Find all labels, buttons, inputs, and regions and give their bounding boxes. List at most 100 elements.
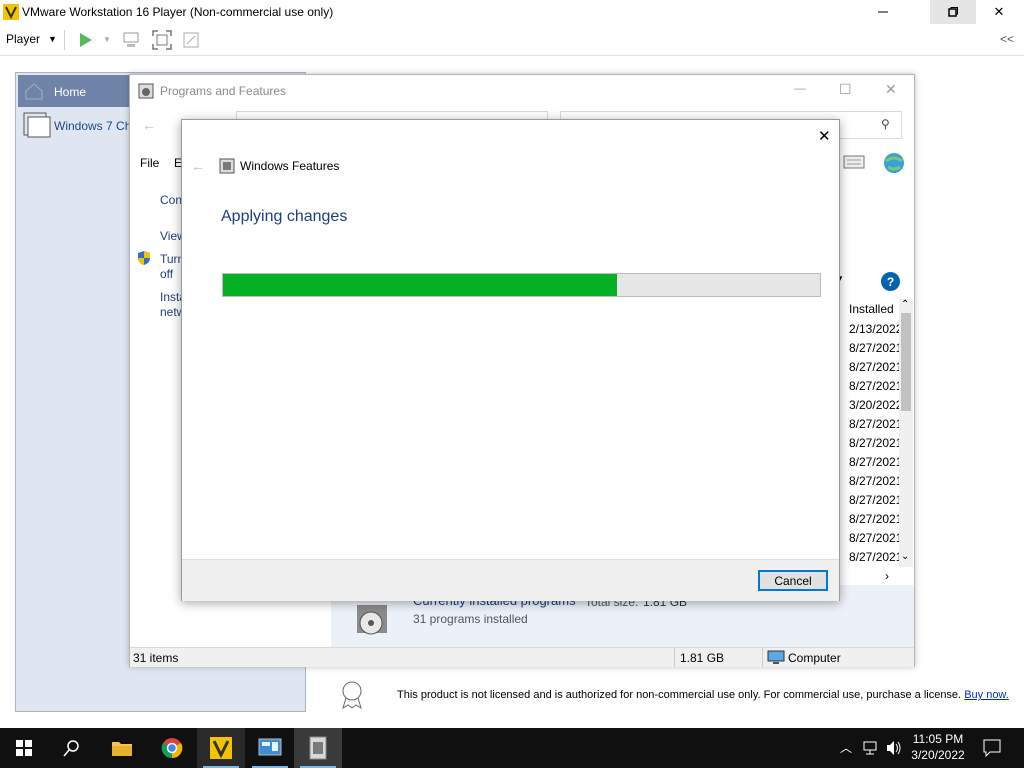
cancel-button[interactable]: Cancel [758, 570, 828, 591]
windows-taskbar: ︿ 11:05 PM 3/20/2022 [0, 728, 1024, 768]
list-item[interactable]: 8/27/2021 [849, 339, 899, 358]
list-item[interactable]: 8/27/2021 [849, 510, 899, 529]
buy-now-link[interactable]: Buy now. [964, 689, 1009, 701]
scrollbar-thumb[interactable] [901, 313, 911, 411]
collapse-library-icon[interactable]: << [1000, 32, 1014, 46]
list-item[interactable]: 3/20/2022 [849, 396, 899, 415]
status-size: 1.81 GB [680, 651, 725, 665]
progress-fill [223, 274, 618, 296]
status-divider [674, 648, 675, 667]
link-turn-features-off[interactable]: off [160, 267, 173, 281]
list-item[interactable]: 8/27/2021 [849, 529, 899, 548]
list-item[interactable]: 8/27/2021 [849, 453, 899, 472]
vertical-scrollbar[interactable]: ⌃ ⌄ [899, 299, 913, 567]
vmware-titlebar: VMware Workstation 16 Player (Non-commer… [0, 0, 1024, 24]
scroll-down-icon[interactable]: ⌄ [901, 551, 909, 562]
progress-bar [222, 273, 821, 297]
menu-file[interactable]: File [140, 156, 159, 170]
installed-programs-icon [357, 605, 387, 635]
link-control-panel-home[interactable]: Con [160, 193, 182, 207]
close-button[interactable]: ✕ [976, 0, 1022, 24]
chrome-icon [161, 738, 183, 759]
taskbar-file-explorer[interactable] [98, 728, 146, 768]
pf-minimize-icon[interactable]: — [794, 81, 806, 95]
help-icon[interactable]: ? [881, 272, 900, 291]
power-dropdown-icon[interactable]: ▼ [103, 35, 111, 44]
restore-button[interactable] [930, 0, 976, 24]
list-item[interactable]: 2/13/2022 [849, 320, 899, 339]
taskbar-vmware[interactable] [197, 728, 245, 768]
list-item[interactable]: 8/27/2021 [849, 491, 899, 510]
unity-icon[interactable] [182, 31, 200, 49]
vmware-logo-icon [210, 737, 232, 759]
close-icon: ✕ [993, 4, 1005, 19]
summary-count: 31 programs installed [413, 612, 528, 626]
windows-features-dialog: ✕ ← Windows Features Applying changes Ca… [181, 119, 840, 601]
windows-features-icon [309, 736, 327, 760]
player-menu-label: Player [6, 32, 41, 46]
license-ribbon-icon [342, 681, 362, 710]
restore-icon [948, 7, 958, 17]
network-icon[interactable] [863, 740, 879, 756]
windows-features-icon [219, 158, 235, 174]
player-menu-button[interactable]: Player ▼ [6, 32, 57, 46]
windows-logo-icon [16, 740, 32, 756]
toolbar-divider [64, 30, 65, 50]
applying-changes-heading: Applying changes [221, 208, 348, 225]
start-button[interactable] [0, 728, 48, 768]
dialog-footer: Cancel [182, 559, 839, 601]
pf-close-icon[interactable]: ✕ [885, 81, 897, 98]
vmware-logo-icon [3, 4, 19, 20]
back-arrow-icon[interactable]: ← [142, 117, 156, 133]
list-item[interactable]: 8/27/2021 [849, 358, 899, 377]
dialog-close-icon[interactable]: ✕ [818, 127, 831, 145]
shield-icon [138, 251, 150, 265]
folder-icon [112, 742, 132, 756]
taskbar-windows-features[interactable] [294, 728, 342, 768]
fullscreen-icon[interactable] [152, 30, 172, 50]
scroll-up-icon[interactable]: ⌃ [901, 299, 909, 310]
computer-icon [767, 650, 785, 664]
status-item-count: 31 items [133, 651, 179, 665]
show-hidden-icons[interactable]: ︿ [840, 739, 852, 756]
programs-window-title: Programs and Features [160, 84, 287, 98]
license-text: This product is not licensed and is auth… [397, 689, 962, 701]
send-ctrl-alt-del-icon[interactable] [122, 31, 140, 49]
search-icon: ⚲ [881, 117, 890, 131]
list-item[interactable]: 8/27/2021 [849, 434, 899, 453]
scroll-right-icon[interactable]: › [885, 569, 889, 583]
taskbar-clock[interactable]: 11:05 PM 3/20/2022 [906, 731, 970, 763]
list-item[interactable]: 8/27/2021 [849, 415, 899, 434]
dialog-title: Windows Features [240, 159, 340, 173]
vmware-window-title: VMware Workstation 16 Player (Non-commer… [22, 5, 334, 19]
status-computer: Computer [788, 651, 841, 665]
pf-maximize-icon[interactable]: ☐ [839, 81, 852, 98]
view-options-icon[interactable] [843, 154, 865, 170]
power-play-icon[interactable] [78, 32, 94, 48]
home-icon [25, 83, 43, 100]
clock-date: 3/20/2022 [911, 748, 965, 762]
status-divider [762, 648, 763, 667]
programs-features-icon [138, 83, 154, 99]
chevron-down-icon: ▼ [48, 34, 57, 44]
taskbar-search-button[interactable] [48, 728, 96, 768]
list-item[interactable]: 8/27/2021 [849, 548, 899, 567]
minimize-button[interactable] [860, 0, 906, 24]
volume-icon[interactable] [886, 740, 902, 756]
list-item[interactable]: 8/27/2021 [849, 377, 899, 396]
library-vm-label: Windows 7 Chic [54, 119, 141, 133]
clock-time: 11:05 PM [912, 732, 964, 746]
status-bar: 31 items 1.81 GB Computer [130, 647, 914, 667]
globe-icon[interactable] [882, 151, 906, 175]
list-item[interactable]: 8/27/2021 [849, 472, 899, 491]
vmware-toolbar: Player ▼ ▼ << [0, 24, 1024, 56]
column-header-installed[interactable]: Installed [849, 302, 894, 316]
dialog-back-arrow-icon[interactable]: ← [191, 158, 205, 174]
library-home-label: Home [54, 85, 87, 99]
license-notice: This product is not licensed and is auth… [397, 689, 1009, 701]
taskbar-chrome[interactable] [148, 728, 196, 768]
taskbar-control-panel[interactable] [246, 728, 294, 768]
search-icon [63, 740, 79, 757]
notifications-icon[interactable] [983, 739, 1001, 757]
installed-dates-list: 2/13/2022 8/27/2021 8/27/2021 8/27/2021 … [849, 320, 899, 567]
